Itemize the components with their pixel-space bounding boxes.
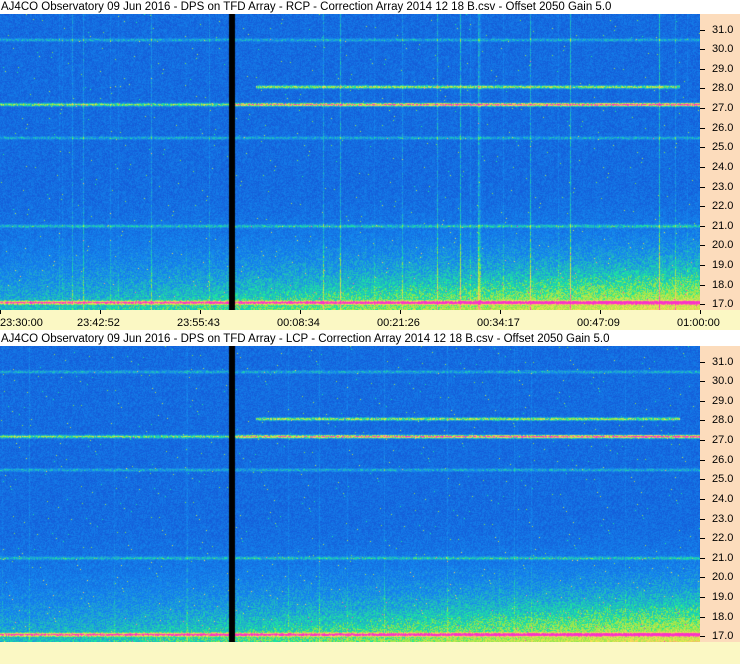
y-tick-mark	[700, 166, 705, 168]
y-tick-label: 18.0	[712, 278, 734, 291]
y-tick-mark	[700, 264, 705, 266]
y-tick-label: 22.0	[712, 200, 734, 213]
x-tick-mark	[600, 310, 601, 314]
y-tick-mark	[700, 245, 705, 247]
y-tick-mark	[700, 284, 705, 286]
y-tick-label: 17.0	[712, 630, 734, 643]
y-tick-mark	[700, 479, 705, 481]
y-tick-mark	[700, 49, 705, 51]
time-axis: 23:30:00 23:42:52 23:55:43 00:08:34 00:21:26…	[0, 310, 740, 330]
y-tick-label: 25.0	[712, 473, 734, 486]
y-tick-mark	[700, 186, 705, 188]
x-tick-mark	[700, 310, 701, 314]
y-tick-mark	[700, 381, 705, 383]
y-tick-mark	[700, 440, 705, 442]
y-tick-mark	[700, 636, 705, 638]
y-tick-mark	[700, 206, 705, 208]
x-tick-label: 23:30:00	[0, 317, 43, 329]
x-tick-label: 00:34:17	[477, 317, 520, 329]
y-tick-mark	[700, 616, 705, 618]
y-tick-label: 23.0	[712, 512, 734, 525]
y-tick-label: 27.0	[712, 434, 734, 447]
y-tick-label: 25.0	[712, 141, 734, 154]
y-tick-mark	[700, 304, 705, 306]
y-tick-label: 24.0	[712, 160, 734, 173]
y-tick-mark	[700, 538, 705, 540]
y-tick-mark	[700, 108, 705, 110]
y-tick-mark	[700, 225, 705, 227]
y-tick-mark	[700, 400, 705, 402]
x-tick-mark	[0, 310, 1, 314]
y-tick-label: 21.0	[712, 551, 734, 564]
x-tick-mark	[100, 310, 101, 314]
y-tick-mark	[700, 498, 705, 500]
y-tick-mark	[700, 29, 705, 31]
y-tick-mark	[700, 420, 705, 422]
y-tick-mark	[700, 518, 705, 520]
y-tick-label: 27.0	[712, 102, 734, 115]
x-tick-label: 00:21:26	[377, 317, 420, 329]
x-tick-label: 00:47:09	[577, 317, 620, 329]
y-tick-label: 24.0	[712, 492, 734, 505]
y-tick-label: 20.0	[712, 571, 734, 584]
y-tick-mark	[700, 577, 705, 579]
x-tick-label: 23:42:52	[77, 317, 120, 329]
y-tick-label: 20.0	[712, 239, 734, 252]
y-tick-mark	[700, 459, 705, 461]
x-tick-label: 00:08:34	[277, 317, 320, 329]
y-tick-mark	[700, 127, 705, 129]
y-tick-label: 29.0	[712, 394, 734, 407]
y-tick-mark	[700, 557, 705, 559]
x-tick-label: 23:55:43	[177, 317, 220, 329]
x-tick-mark	[400, 310, 401, 314]
x-tick-mark	[300, 310, 301, 314]
rcp-frequency-axis: 17.0 18.0 19.0 20.0 21.0 22.0 23.0 24.0 25.0 26.0…	[700, 14, 740, 310]
x-tick-mark	[200, 310, 201, 314]
y-tick-label: 19.0	[712, 590, 734, 603]
y-tick-label: 31.0	[712, 355, 734, 368]
y-tick-mark	[700, 596, 705, 598]
y-tick-label: 17.0	[712, 298, 734, 311]
lcp-frequency-axis: 17.0 18.0 19.0 20.0 21.0 22.0 23.0 24.0 25.0 26.0…	[700, 346, 740, 642]
rcp-spectrogram	[0, 14, 700, 310]
lcp-time-axis	[0, 642, 740, 664]
y-tick-label: 19.0	[712, 258, 734, 271]
y-tick-label: 22.0	[712, 532, 734, 545]
y-tick-label: 31.0	[712, 23, 734, 36]
y-tick-mark	[700, 147, 705, 149]
y-tick-label: 23.0	[712, 180, 734, 193]
y-tick-label: 30.0	[712, 375, 734, 388]
y-tick-label: 26.0	[712, 121, 734, 134]
y-tick-label: 28.0	[712, 82, 734, 95]
rcp-title: AJ4CO Observatory 09 Jun 2016 - DPS on T…	[1, 1, 612, 13]
lcp-title: AJ4CO Observatory 09 Jun 2016 - DPS on T…	[1, 333, 610, 345]
lcp-spectrogram	[0, 346, 700, 642]
y-tick-mark	[700, 361, 705, 363]
y-tick-mark	[700, 88, 705, 90]
y-tick-label: 30.0	[712, 43, 734, 56]
x-tick-label: 01:00:00	[677, 317, 720, 329]
y-tick-label: 26.0	[712, 453, 734, 466]
y-tick-label: 21.0	[712, 219, 734, 232]
y-tick-label: 28.0	[712, 414, 734, 427]
x-tick-mark	[500, 310, 501, 314]
y-tick-label: 29.0	[712, 62, 734, 75]
y-tick-mark	[700, 68, 705, 70]
y-tick-label: 18.0	[712, 610, 734, 623]
